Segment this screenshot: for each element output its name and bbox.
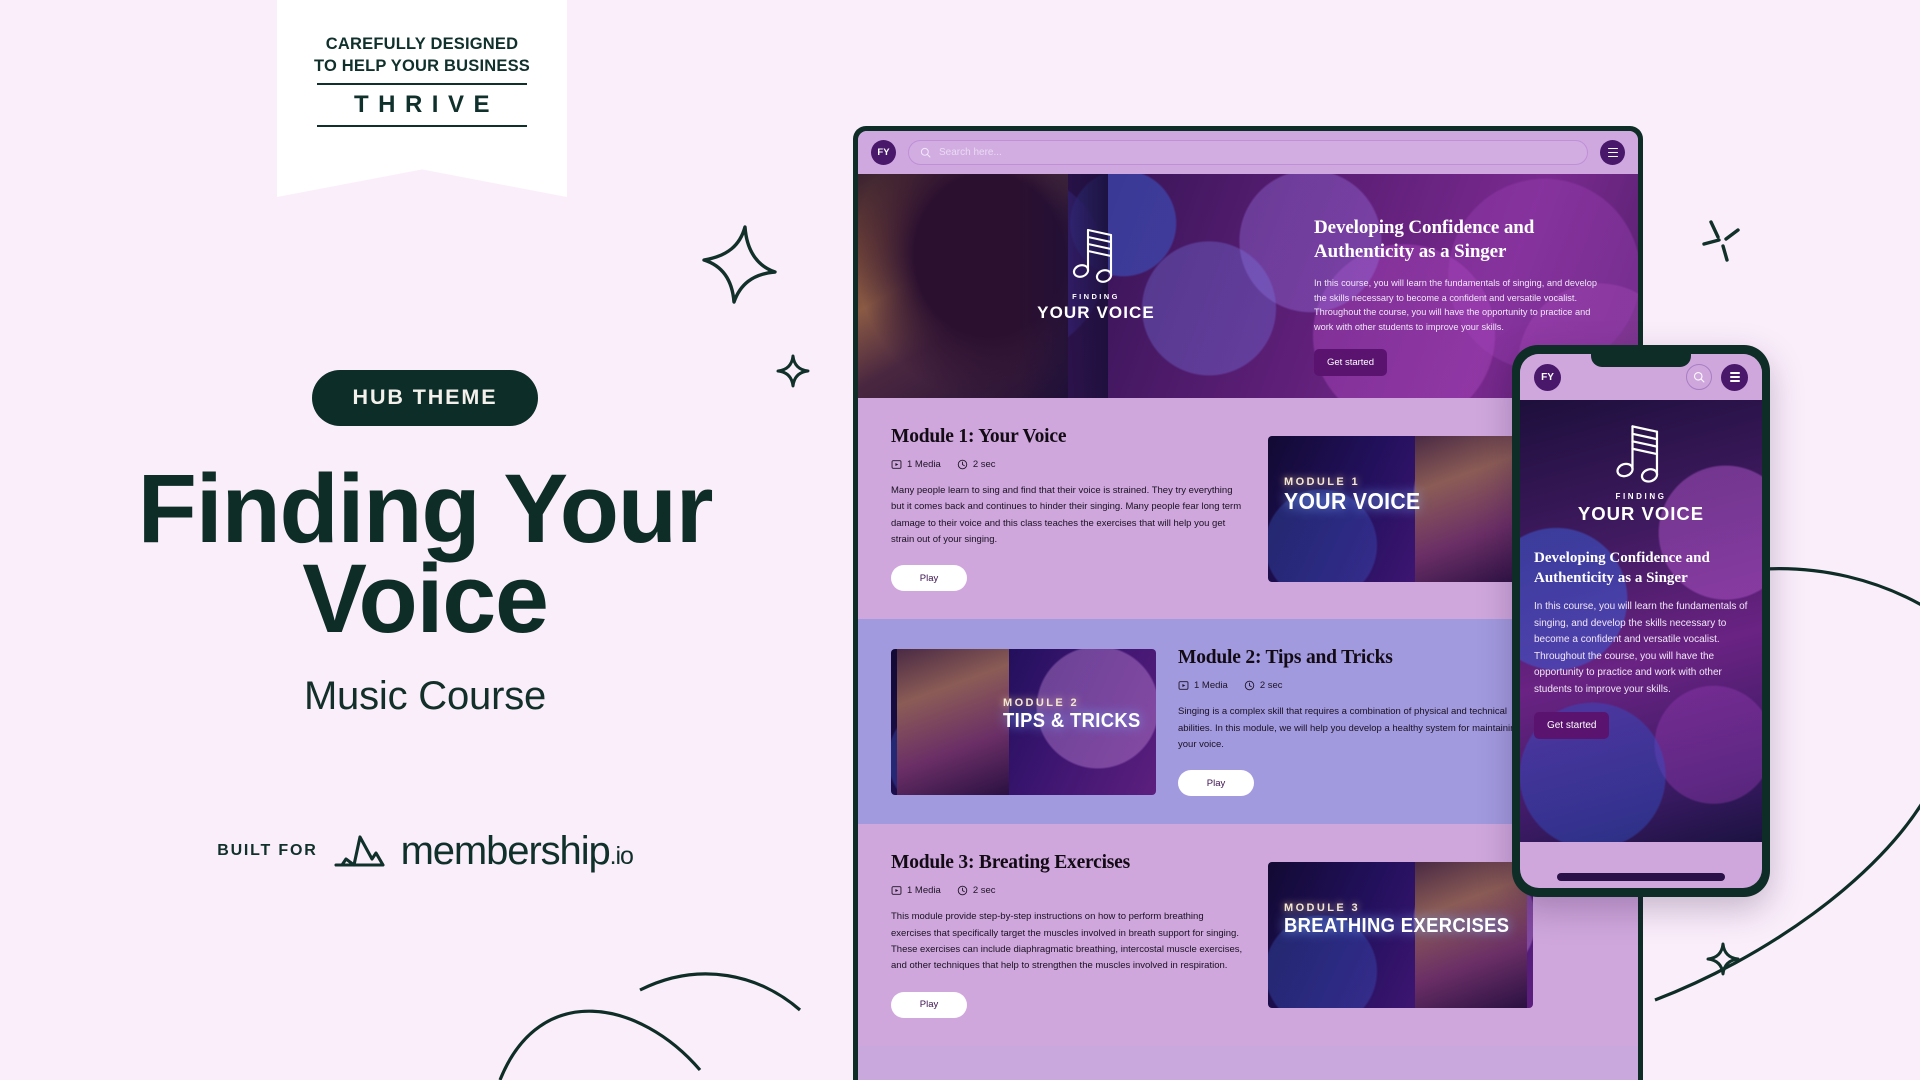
media-count-label: 1 Media	[907, 459, 941, 470]
mountain-logo-icon	[334, 835, 385, 867]
duration: 2 sec	[957, 885, 996, 896]
home-indicator	[1557, 873, 1725, 881]
thumbnail-label: MODULE 3 BREATHING EXERCISES	[1284, 902, 1529, 936]
four-point-star-icon	[702, 225, 777, 304]
media-count: 1 Media	[891, 885, 941, 896]
module-text: Module 1: Your Voice 1 Media 2 sec Many …	[891, 426, 1246, 592]
hub-theme-badge: HUB THEME	[311, 370, 539, 426]
membership-name: membership	[400, 828, 611, 873]
duration-label: 2 sec	[972, 885, 996, 897]
music-note-logo-icon	[1072, 228, 1113, 283]
four-point-star-icon	[1706, 942, 1740, 976]
desktop-topbar: FY Search here...	[858, 131, 1638, 174]
phone-screen: FY FINDING YOUR VOICE Developing Confide…	[1520, 354, 1762, 888]
search-icon[interactable]	[1686, 364, 1712, 390]
hero-title: Developing Confidence and Authenticity a…	[1534, 550, 1710, 586]
get-started-button[interactable]: Get started	[1314, 349, 1387, 377]
built-for-label: BUILT FOR	[217, 842, 318, 860]
thumbnail-kicker: MODULE 2	[1003, 696, 1080, 709]
search-icon	[920, 147, 931, 158]
hero-description: In this course, you will learn the funda…	[1314, 277, 1597, 333]
hamburger-icon[interactable]	[1721, 363, 1748, 391]
search-glyph-icon	[1693, 371, 1705, 383]
duration: 2 sec	[957, 459, 996, 470]
phone-hero: FINDING YOUR VOICE Developing Confidence…	[1520, 400, 1762, 842]
module-title: Module 1: Your Voice	[891, 426, 1067, 447]
membership-tld: .io	[609, 841, 634, 870]
media-count-label: 1 Media	[1194, 680, 1228, 692]
avatar[interactable]: FY	[871, 140, 896, 165]
module-thumbnail[interactable]: MODULE 1 YOUR VOICE	[1268, 435, 1533, 582]
logo-subtitle: FINDING	[1615, 492, 1667, 501]
course-logo: FINDING YOUR VOICE	[1021, 224, 1171, 323]
module-meta: 1 Media 2 sec	[891, 459, 1246, 470]
clock-icon	[957, 459, 968, 470]
media-icon	[891, 460, 902, 469]
search-input[interactable]: Search here...	[908, 140, 1588, 165]
module-meta: 1 Media 2 sec	[891, 885, 1246, 896]
module-thumbnail[interactable]: MODULE 2 TIPS & TRICKS	[891, 648, 1156, 795]
thrive-ribbon: CAREFULLY DESIGNED TO HELP YOUR BUSINESS…	[277, 0, 567, 197]
media-icon	[891, 886, 902, 896]
module-text: Module 2: Tips and Tricks 1 Media 2 sec …	[1178, 647, 1533, 797]
thumbnail-title: TIPS & TRICKS	[1003, 709, 1141, 732]
module-description: This module provide step-by-step instruc…	[891, 911, 1243, 972]
play-button[interactable]: Play	[891, 991, 967, 1018]
thumbnail-photo	[897, 648, 1009, 795]
marketing-column: HUB THEME Finding Your Voice Music Cours…	[0, 370, 850, 874]
ribbon-line-2: TO HELP YOUR BUSINESS	[313, 56, 530, 75]
ribbon-divider-top	[317, 82, 527, 85]
search-placeholder: Search here...	[939, 147, 1002, 158]
ribbon-thrive-word: THRIVE	[353, 90, 499, 118]
hamburger-icon[interactable]	[1600, 140, 1625, 165]
built-for-block: BUILT FOR membership.io	[217, 828, 634, 874]
play-button[interactable]: Play	[891, 565, 967, 592]
music-note-logo-icon	[1616, 425, 1659, 483]
thumbnail-label: MODULE 2 TIPS & TRICKS	[1003, 697, 1153, 731]
module-title: Module 3: Breating Exercises	[891, 852, 1131, 874]
phone-mockup: FY FINDING YOUR VOICE Developing Confide…	[1512, 345, 1770, 897]
thumbnail-title: YOUR VOICE	[1284, 487, 1421, 514]
ribbon-line-1: CAREFULLY DESIGNED	[325, 35, 519, 53]
duration-label: 2 sec	[972, 459, 996, 470]
logo-title: YOUR VOICE	[1037, 303, 1155, 322]
avatar[interactable]: FY	[1534, 363, 1561, 391]
clock-icon	[957, 886, 968, 896]
page-subtitle: Music Course	[303, 673, 547, 718]
poster-canvas: CAREFULLY DESIGNED TO HELP YOUR BUSINESS…	[0, 0, 1920, 1080]
module-description: Singing is a complex skill that requires…	[1178, 706, 1521, 750]
thumbnail-title: BREATHING EXERCISES	[1284, 914, 1510, 937]
membership-wordmark: membership.io	[400, 828, 634, 874]
module-thumbnail[interactable]: MODULE 3 BREATHING EXERCISES	[1268, 861, 1533, 1008]
thumbnail-kicker: MODULE 3	[1284, 901, 1361, 914]
media-count: 1 Media	[891, 459, 941, 470]
get-started-button[interactable]: Get started	[1534, 712, 1610, 739]
module-text: Module 3: Breating Exercises 1 Media 2 s…	[891, 852, 1246, 1018]
module-description: Many people learn to sing and find that …	[891, 485, 1242, 545]
logo-subtitle: FINDING	[1072, 292, 1120, 301]
media-count-label: 1 Media	[907, 885, 941, 897]
module-meta: 1 Media 2 sec	[1178, 680, 1533, 691]
clock-icon	[1244, 681, 1255, 691]
page-title: Finding Your Voice	[137, 453, 714, 653]
duration-label: 2 sec	[1259, 680, 1283, 692]
play-button[interactable]: Play	[1178, 770, 1254, 797]
media-count: 1 Media	[1178, 680, 1228, 691]
logo-title: YOUR VOICE	[1577, 503, 1705, 524]
ribbon-divider-bottom	[317, 124, 527, 127]
module-title: Module 2: Tips and Tricks	[1178, 647, 1393, 669]
sparkle-icon	[1702, 220, 1740, 262]
thumbnail-kicker: MODULE 1	[1284, 475, 1361, 488]
course-logo: FINDING YOUR VOICE	[1534, 400, 1748, 525]
hero-description: In this course, you will learn the funda…	[1534, 601, 1748, 695]
phone-notch	[1591, 354, 1691, 367]
duration: 2 sec	[1244, 680, 1283, 691]
media-icon	[1178, 681, 1189, 691]
thumbnail-label: MODULE 1 YOUR VOICE	[1284, 476, 1432, 513]
hero-title: Developing Confidence and Authenticity a…	[1314, 217, 1535, 263]
